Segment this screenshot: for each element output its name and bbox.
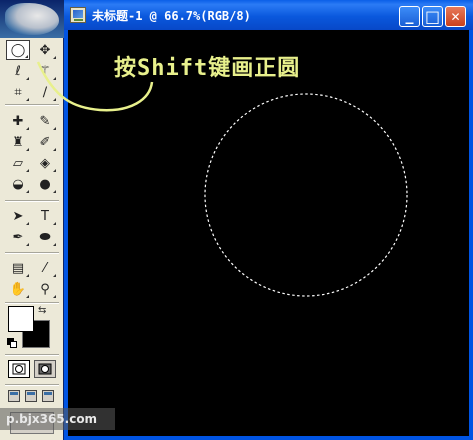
document-title: 未标题-1 @ 66.7%(RGB/8) [92,9,251,23]
swap-colors-icon[interactable]: ⇆ [38,305,46,316]
lasso-icon: ℓ [15,63,21,79]
move-tool[interactable]: ✥ [33,40,57,60]
history-brush-icon: ✐ [39,134,51,150]
document-titlebar[interactable]: 未标题-1 @ 66.7%(RGB/8) _ □ ✕ [64,0,473,30]
image-canvas[interactable]: 按Shift键画正圆 [68,30,469,436]
foreground-color-swatch[interactable] [8,306,34,332]
standard-mode-icon [12,363,26,375]
blur-icon: ◒ [12,176,24,192]
quick-mask-mode-button[interactable] [34,360,56,378]
shape-tool[interactable]: ⬬ [33,227,57,247]
toolbox-divider [5,104,59,106]
toolbox-header [0,0,64,38]
eyedropper-icon: ⁄ [43,260,47,276]
notes-tool[interactable]: ▤ [6,258,30,278]
watermark-text: p.bjx365.com [0,408,115,430]
slice-icon: ∕ [42,84,48,100]
crop-icon: ⌗ [14,84,22,100]
type-icon: T [41,208,49,224]
eraser-icon: ▱ [13,155,23,171]
dodge-icon: ● [39,176,51,192]
eraser-tool[interactable]: ▱ [6,153,30,173]
close-icon: ✕ [450,9,461,24]
maximize-icon: □ [424,7,441,26]
brush-icon: ✎ [39,113,51,129]
zoom-icon: ⚲ [40,281,50,297]
dodge-tool[interactable]: ● [33,174,57,194]
magic-wand-icon: ⚚ [39,63,51,79]
toolbox-divider [5,252,59,254]
marquee-icon: ◯ [10,42,26,58]
brush-tool[interactable]: ✎ [33,111,57,131]
hand-tool[interactable]: ✋ [6,279,30,299]
toolbox-divider [5,384,59,386]
annotation-text: 按Shift键画正圆 [114,56,301,81]
full-screen-menu-mode-button[interactable] [25,390,37,402]
toolbox-panel: ◯ ✥ ℓ ⚚ ⌗ ∕ ✚ ✎ ♜ ✐ ▱ ◈ ◒ ● ➤ T ✒ ⬬ ▤ ⁄ ✋ ⚲ ⇆ [0,0,64,440]
blur-tool[interactable]: ◒ [6,174,30,194]
marquee-tool[interactable]: ◯ [6,40,30,60]
pen-tool[interactable]: ✒ [6,227,30,247]
document-icon [70,7,86,23]
full-screen-mode-button[interactable] [42,390,54,402]
circular-selection-marquee [204,93,408,297]
minimize-button[interactable]: _ [399,5,420,27]
zoom-tool[interactable]: ⚲ [33,279,57,299]
path-selection-icon: ➤ [12,208,24,224]
pen-icon: ✒ [12,229,24,245]
shape-icon: ⬬ [39,229,51,245]
toolbox-divider [5,354,59,356]
photoshop-feather-logo [5,3,59,35]
maximize-button[interactable]: □ [422,6,443,27]
move-icon: ✥ [39,42,51,58]
quick-mask-icon [38,363,52,375]
lasso-tool[interactable]: ℓ [6,61,30,81]
history-brush-tool[interactable]: ✐ [33,132,57,152]
eyedropper-tool[interactable]: ⁄ [33,258,57,278]
standard-mode-button[interactable] [8,360,30,378]
default-colors-icon[interactable] [7,338,17,348]
clone-stamp-tool[interactable]: ♜ [6,132,30,152]
standard-screen-mode-button[interactable] [8,390,20,402]
healing-brush-icon: ✚ [12,113,24,129]
magic-wand-tool[interactable]: ⚚ [33,61,57,81]
close-button[interactable]: ✕ [445,6,466,27]
path-selection-tool[interactable]: ➤ [6,206,30,226]
minimize-icon: _ [405,5,414,24]
slice-tool[interactable]: ∕ [33,82,57,102]
toolbox-divider [5,302,59,304]
type-tool[interactable]: T [33,206,57,226]
crop-tool[interactable]: ⌗ [6,82,30,102]
notes-icon: ▤ [11,260,25,276]
healing-brush-tool[interactable]: ✚ [6,111,30,131]
document-window: 未标题-1 @ 66.7%(RGB/8) _ □ ✕ 按Shift键画正圆 [64,0,473,440]
paint-bucket-tool[interactable]: ◈ [33,153,57,173]
toolbox-divider [5,200,59,202]
clone-stamp-icon: ♜ [12,134,24,150]
hand-icon: ✋ [9,281,27,297]
paint-bucket-icon: ◈ [40,155,50,171]
